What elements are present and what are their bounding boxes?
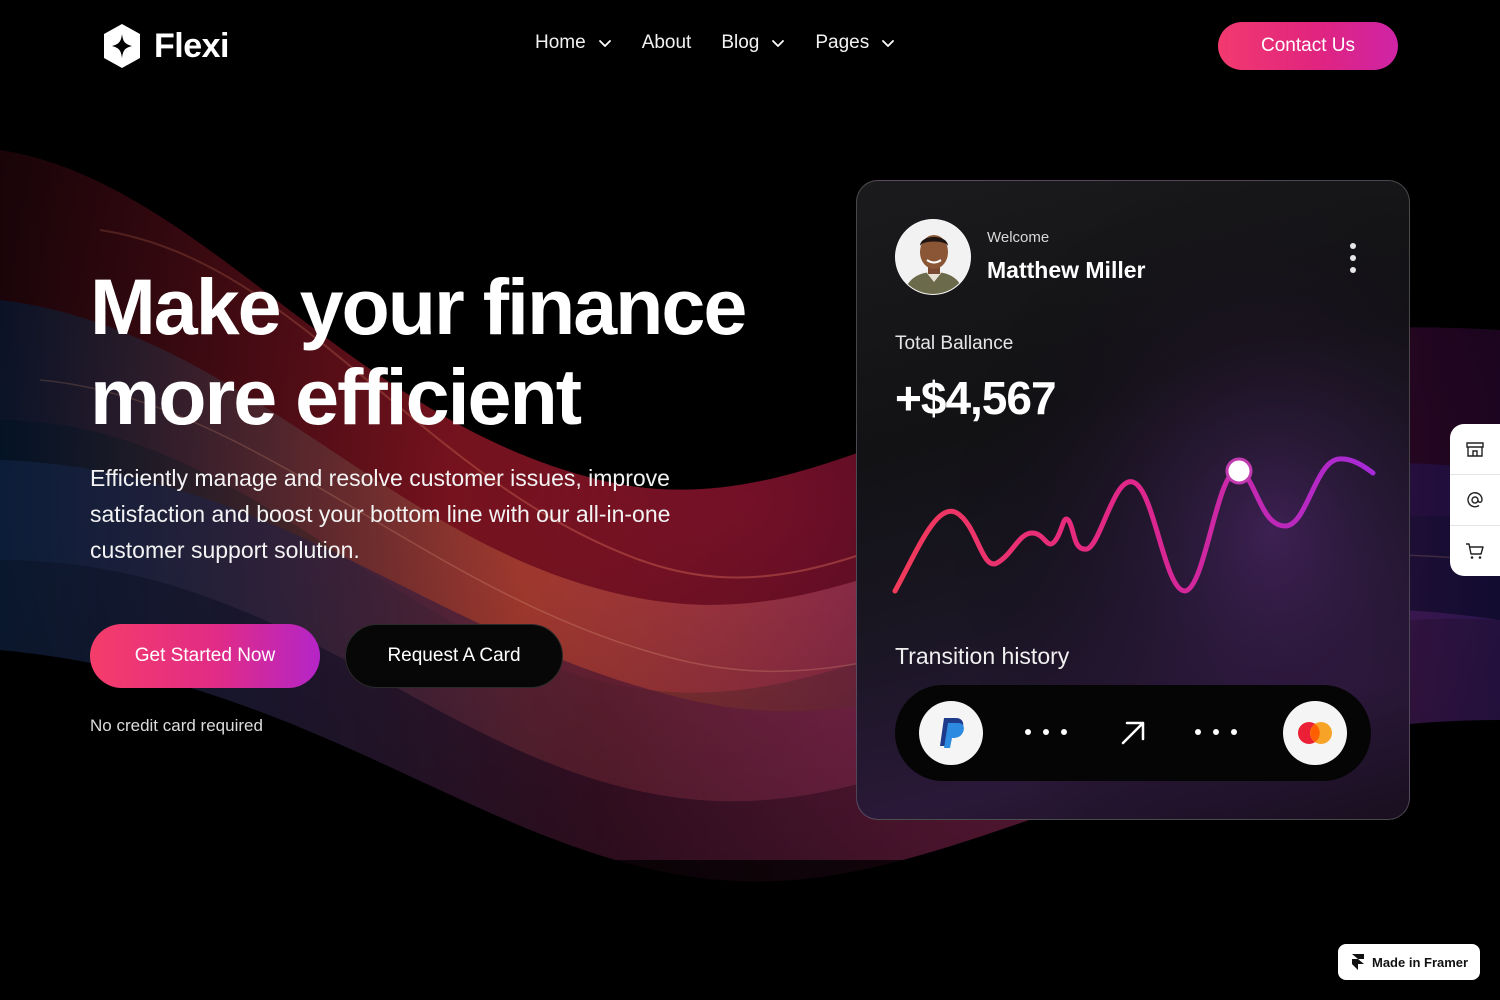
- main-nav: Home About Blog Pages: [535, 32, 895, 54]
- balance-label: Total Ballance: [895, 333, 1014, 354]
- side-toolbar: [1450, 424, 1500, 576]
- nav-item-pages[interactable]: Pages: [815, 32, 895, 54]
- dots-icon: [1023, 729, 1069, 737]
- transaction-history-bar: [895, 685, 1371, 781]
- mastercard-icon[interactable]: [1283, 701, 1347, 765]
- balance-card: Welcome Matthew Miller Total Ballance +$…: [856, 180, 1410, 820]
- user-avatar-image: [896, 220, 970, 294]
- nav-item-label: Home: [535, 32, 586, 53]
- store-glyph: [1466, 442, 1484, 457]
- chevron-down-icon: [882, 40, 895, 47]
- nav-item-about[interactable]: About: [642, 32, 692, 54]
- nav-item-label: Blog: [721, 32, 760, 53]
- hero-title: Make your finance more efficient: [90, 262, 810, 442]
- mastercard-logo: [1298, 722, 1332, 744]
- cart-icon[interactable]: [1450, 526, 1500, 576]
- get-started-button[interactable]: Get Started Now: [90, 624, 320, 688]
- more-options-icon[interactable]: [1343, 241, 1363, 275]
- nav-item-home[interactable]: Home: [535, 32, 612, 54]
- contact-us-button[interactable]: Contact Us: [1218, 22, 1398, 70]
- sparkline-marker: [1225, 457, 1253, 485]
- at-sign-glyph: [1467, 492, 1483, 508]
- transaction-history-label: Transition history: [895, 643, 1070, 669]
- made-in-framer-badge[interactable]: Made in Framer: [1338, 944, 1480, 980]
- welcome-text: Welcome: [987, 229, 1050, 246]
- request-card-button[interactable]: Request A Card: [345, 624, 563, 688]
- balance-sparkline: [892, 456, 1376, 594]
- hero-title-line2: more efficient: [90, 352, 582, 441]
- nav-item-label: About: [641, 32, 692, 53]
- hero-title-line1: Make your finance: [90, 262, 747, 351]
- no-credit-card-note: No credit card required: [90, 716, 263, 735]
- paypal-logo: [940, 718, 964, 748]
- logo-mark-icon: [104, 24, 140, 68]
- arrow-up-right-icon: [1121, 721, 1145, 745]
- user-name: Matthew Miller: [987, 257, 1146, 283]
- made-in-framer-label: Made in Framer: [1372, 954, 1469, 970]
- cart-glyph: [1466, 543, 1484, 559]
- at-sign-icon[interactable]: [1450, 475, 1500, 525]
- paypal-icon[interactable]: [919, 701, 983, 765]
- hero-subtitle: Efficiently manage and resolve customer …: [90, 465, 671, 563]
- nav-item-label: Pages: [815, 32, 870, 53]
- nav-item-blog[interactable]: Blog: [721, 32, 785, 54]
- chevron-down-icon: [598, 40, 611, 47]
- chevron-down-icon: [772, 40, 785, 47]
- user-avatar[interactable]: [895, 219, 971, 295]
- brand-logo[interactable]: Flexi: [100, 22, 229, 70]
- framer-icon: [1352, 954, 1364, 970]
- sparkline-path: [892, 456, 1376, 594]
- balance-value: +$4,567: [895, 372, 1057, 424]
- store-icon[interactable]: [1450, 424, 1500, 474]
- brand-name: Flexi: [154, 26, 229, 65]
- dots-icon: [1193, 729, 1239, 737]
